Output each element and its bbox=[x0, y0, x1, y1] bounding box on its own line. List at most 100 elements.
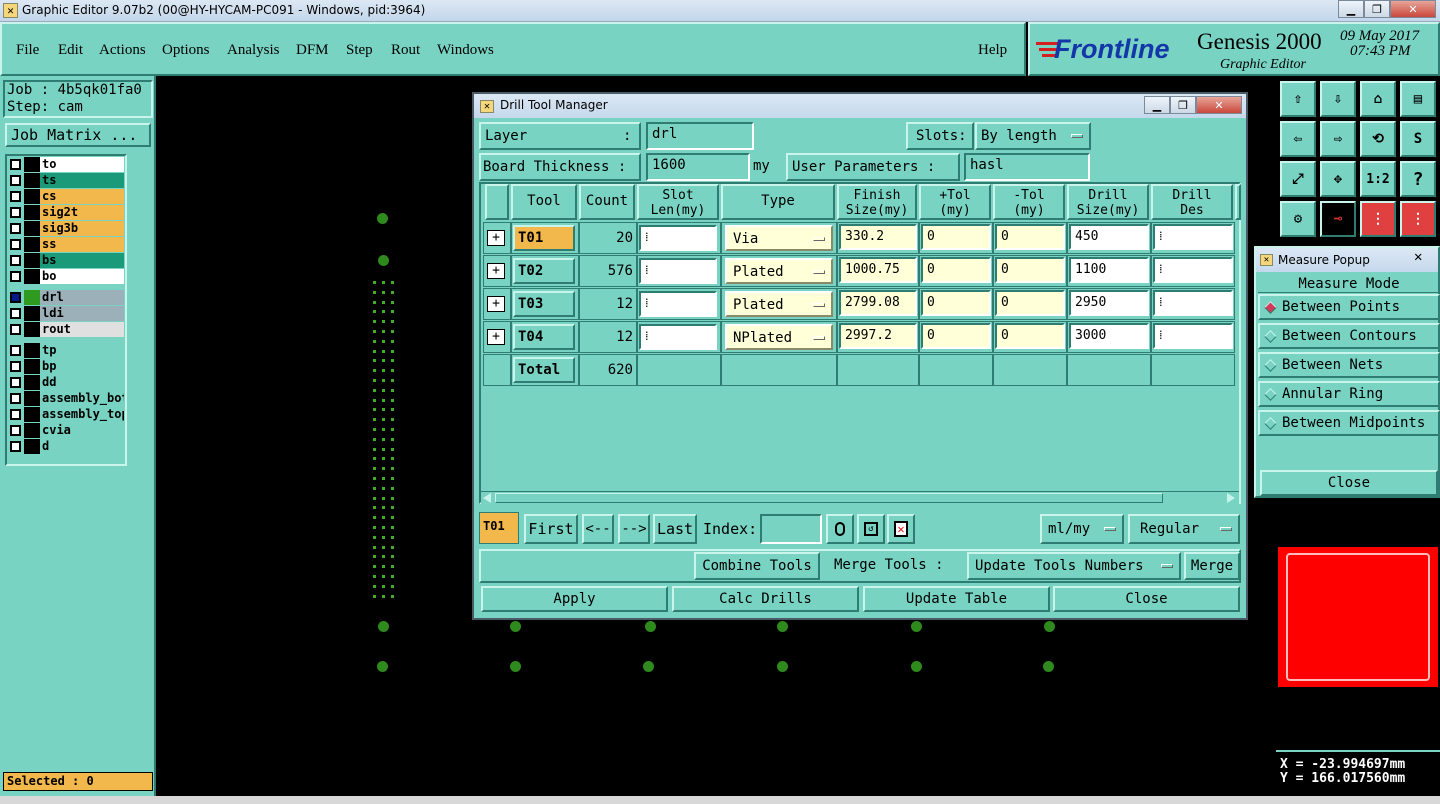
split-view-icon[interactable]: ▤ bbox=[1400, 81, 1436, 117]
tools-icon[interactable]: ⚙ bbox=[1280, 201, 1316, 237]
combine-tools-button[interactable]: Combine Tools bbox=[694, 552, 820, 580]
layer-checkbox[interactable] bbox=[10, 377, 21, 388]
update-table-button[interactable]: Update Table bbox=[863, 586, 1050, 612]
zoom-1-2-icon[interactable]: 1:2 bbox=[1360, 161, 1396, 197]
slot-len-field[interactable]: ⁞ bbox=[639, 225, 717, 251]
type-select[interactable]: Plated bbox=[725, 291, 833, 317]
layer-checkbox[interactable] bbox=[10, 441, 21, 452]
layer-row-assembly_bot[interactable]: assembly_bot bbox=[8, 391, 124, 406]
drill-size-field[interactable]: 3000 bbox=[1069, 323, 1149, 349]
plus-tol-field[interactable]: 0 bbox=[921, 224, 991, 250]
plus-tol-field[interactable]: 0 bbox=[921, 290, 991, 316]
layer-row-rout[interactable]: rout bbox=[8, 322, 124, 337]
layer-row-sig3b[interactable]: sig3b bbox=[8, 221, 124, 236]
menu-actions[interactable]: Actions bbox=[99, 42, 146, 59]
layer-row-cs[interactable]: cs bbox=[8, 189, 124, 204]
merge-button[interactable]: Merge bbox=[1184, 552, 1240, 580]
measure-option[interactable]: Between Contours bbox=[1258, 323, 1440, 349]
delete-tool-button[interactable]: ✕ bbox=[887, 514, 915, 544]
units-select[interactable]: ml/my bbox=[1040, 514, 1124, 544]
layer-row-d[interactable]: d bbox=[8, 439, 124, 454]
menu-file[interactable]: File bbox=[16, 42, 39, 59]
layer-row-dd[interactable]: dd bbox=[8, 375, 124, 390]
minimize-button[interactable]: ▁ bbox=[1338, 0, 1364, 18]
measure-close-x-icon[interactable]: ✕ bbox=[1414, 249, 1422, 265]
apply-button[interactable]: Apply bbox=[481, 586, 668, 612]
drill-size-field[interactable]: 1100 bbox=[1069, 257, 1149, 283]
tool-button[interactable]: T04 bbox=[513, 324, 575, 350]
minus-tol-field[interactable]: 0 bbox=[995, 290, 1065, 316]
netlist-icon[interactable]: ⋮ bbox=[1360, 201, 1396, 237]
dialog-close-button[interactable]: Close bbox=[1053, 586, 1240, 612]
menu-dfm[interactable]: DFM bbox=[296, 42, 329, 59]
slot-len-field[interactable]: ⁞ bbox=[639, 324, 717, 350]
menu-rout[interactable]: Rout bbox=[391, 42, 420, 59]
layer-checkbox[interactable] bbox=[10, 292, 21, 303]
finish-size-field[interactable]: 330.2 bbox=[839, 224, 917, 250]
menu-step[interactable]: Step bbox=[346, 42, 373, 59]
finish-size-field[interactable]: 1000.75 bbox=[839, 257, 917, 283]
slot-len-field[interactable]: ⁞ bbox=[639, 258, 717, 284]
board-thickness-field[interactable]: 1600 bbox=[646, 153, 750, 181]
scroll-thumb[interactable] bbox=[495, 493, 1163, 503]
layer-checkbox[interactable] bbox=[10, 393, 21, 404]
layer-checkbox[interactable] bbox=[10, 361, 21, 372]
measure-option[interactable]: Annular Ring bbox=[1258, 381, 1440, 407]
minus-tol-field[interactable]: 0 bbox=[995, 323, 1065, 349]
move-right-icon[interactable]: ⇨ bbox=[1320, 121, 1356, 157]
menu-options[interactable]: Options bbox=[162, 42, 210, 59]
help-icon[interactable]: ? bbox=[1400, 161, 1436, 197]
horizontal-scrollbar[interactable] bbox=[481, 491, 1239, 504]
layer-field[interactable]: drl bbox=[646, 122, 754, 150]
measure-option[interactable]: Between Points bbox=[1258, 294, 1440, 320]
layer-checkbox[interactable] bbox=[10, 159, 21, 170]
finish-size-field[interactable]: 2997.2 bbox=[839, 323, 917, 349]
expand-icon[interactable]: + bbox=[487, 296, 505, 312]
layer-row-assembly_top[interactable]: assembly_top bbox=[8, 407, 124, 422]
menu-analysis[interactable]: Analysis bbox=[227, 42, 280, 59]
home-icon[interactable]: ⌂ bbox=[1360, 81, 1396, 117]
menu-edit[interactable]: Edit bbox=[58, 42, 83, 59]
layer-checkbox[interactable] bbox=[10, 207, 21, 218]
layer-checkbox[interactable] bbox=[10, 345, 21, 356]
index-field[interactable] bbox=[760, 514, 822, 544]
type-select[interactable]: NPlated bbox=[725, 324, 833, 350]
drill-des-field[interactable]: ⁞ bbox=[1153, 257, 1233, 283]
layer-checkbox[interactable] bbox=[10, 308, 21, 319]
layer-row-tp[interactable]: tp bbox=[8, 343, 124, 358]
layer-checkbox[interactable] bbox=[10, 239, 21, 250]
expand-icon[interactable]: + bbox=[487, 329, 505, 345]
measure-option[interactable]: Between Midpoints bbox=[1258, 410, 1440, 436]
layer-row-bp[interactable]: bp bbox=[8, 359, 124, 374]
dialog-minimize-button[interactable]: ▁ bbox=[1144, 96, 1170, 114]
layer-checkbox[interactable] bbox=[10, 175, 21, 186]
layer-row-drl[interactable]: drl bbox=[8, 290, 124, 305]
scroll-right-arrow[interactable] bbox=[1227, 493, 1235, 503]
layer-row-to[interactable]: to bbox=[8, 157, 124, 172]
layer-row-ss[interactable]: ss bbox=[8, 237, 124, 252]
next-button[interactable]: --> bbox=[618, 514, 650, 544]
undo-tool-button[interactable]: ↺ bbox=[857, 514, 885, 544]
measure-option[interactable]: Between Nets bbox=[1258, 352, 1440, 378]
layer-row-sig2t[interactable]: sig2t bbox=[8, 205, 124, 220]
layer-checkbox[interactable] bbox=[10, 324, 21, 335]
expand-icon[interactable]: + bbox=[487, 230, 505, 246]
measure-close-button[interactable]: Close bbox=[1260, 470, 1438, 496]
slot-len-field[interactable]: ⁞ bbox=[639, 291, 717, 317]
connect-icon[interactable]: ⋮ bbox=[1400, 201, 1436, 237]
layer-checkbox[interactable] bbox=[10, 409, 21, 420]
drill-des-field[interactable]: ⁞ bbox=[1153, 290, 1233, 316]
preview-window[interactable] bbox=[1278, 547, 1438, 687]
plus-tol-field[interactable]: 0 bbox=[921, 323, 991, 349]
slots-select[interactable]: By length bbox=[975, 122, 1091, 150]
user-parameters-field[interactable]: hasl bbox=[964, 153, 1090, 181]
expand-icon[interactable]: + bbox=[487, 263, 505, 279]
dialog-maximize-button[interactable]: ❐ bbox=[1170, 96, 1196, 114]
menu-help[interactable]: Help bbox=[978, 42, 1007, 59]
snake-icon[interactable]: S bbox=[1400, 121, 1436, 157]
layer-checkbox[interactable] bbox=[10, 271, 21, 282]
first-button[interactable]: First bbox=[524, 514, 578, 544]
layer-row-ldi[interactable]: ldi bbox=[8, 306, 124, 321]
layer-row-cvia[interactable]: cvia bbox=[8, 423, 124, 438]
move-left-icon[interactable]: ⇦ bbox=[1280, 121, 1316, 157]
